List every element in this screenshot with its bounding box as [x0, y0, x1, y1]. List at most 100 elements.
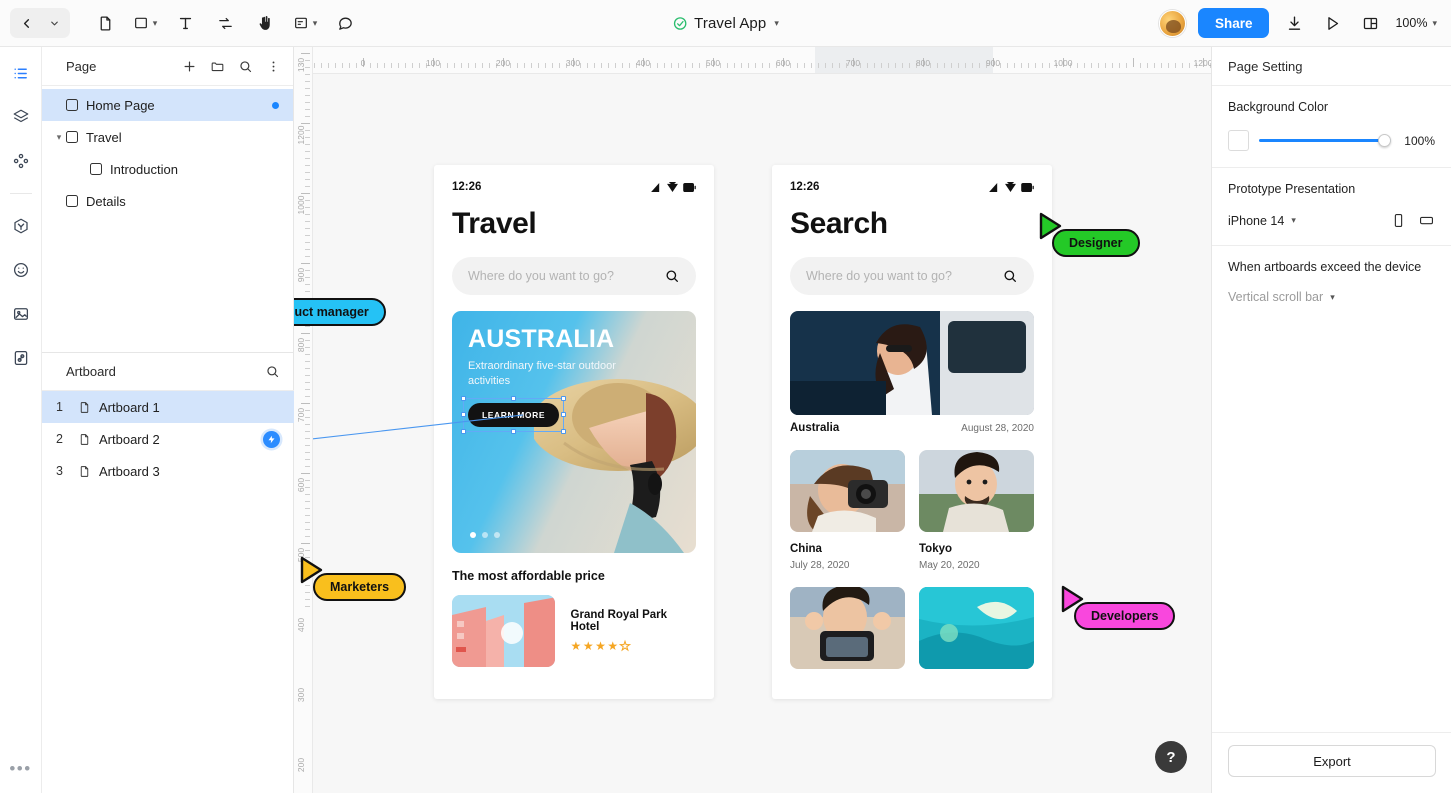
artboard-row-1[interactable]: 1 Artboard 1	[42, 391, 294, 423]
canvas-surface[interactable]: 12:26 Travel Where do you want to go? AU…	[294, 74, 1211, 793]
toolbar-left-tools: ▾ ▾	[0, 7, 364, 39]
rail-item-components[interactable]	[7, 147, 35, 175]
phone-landscape-icon[interactable]	[1418, 213, 1435, 228]
frame-tool[interactable]	[86, 7, 124, 39]
selection-handle[interactable]	[561, 396, 567, 401]
rail-item-assets[interactable]	[7, 344, 35, 372]
background-color-swatch[interactable]	[1228, 130, 1249, 151]
selection-handle[interactable]	[561, 412, 567, 417]
selection-box	[461, 396, 567, 434]
selection-handle[interactable]	[561, 429, 567, 434]
overflow-dropdown[interactable]: Vertical scroll bar ▾	[1228, 290, 1335, 304]
hotel-rating: ★★★★★	[571, 639, 696, 654]
photo-cell-5[interactable]	[919, 587, 1034, 669]
link-tool[interactable]	[206, 7, 244, 39]
selection-handle[interactable]	[461, 412, 466, 417]
help-button[interactable]: ?	[1155, 741, 1187, 773]
selection-handle[interactable]	[461, 396, 466, 401]
artboard-2-search[interactable]: 12:26 Search Where do you want to go? Au…	[772, 165, 1052, 699]
text-tool[interactable]	[166, 7, 204, 39]
download-icon[interactable]	[1281, 10, 1307, 36]
rail-item-emoji[interactable]	[7, 256, 35, 284]
page-tree-item-introduction[interactable]: Introduction	[42, 153, 293, 185]
plus-icon[interactable]	[182, 59, 197, 74]
share-button[interactable]: Share	[1197, 8, 1270, 38]
shape-tool[interactable]: ▾	[126, 7, 164, 39]
rail-item-layers[interactable]	[7, 103, 35, 131]
artboard-row-2[interactable]: 2 Artboard 2	[42, 423, 294, 455]
top-toolbar: ▾ ▾ Travel App ▾ Share 100% ▾	[0, 0, 1451, 47]
search-icon[interactable]	[265, 364, 280, 379]
star-filled-icon: ★	[595, 639, 608, 653]
artboard-square-icon	[66, 99, 78, 111]
zoom-control[interactable]: 100% ▾	[1395, 16, 1437, 30]
photo-cell-tokyo[interactable]: Tokyo May 20, 2020	[919, 450, 1034, 571]
export-button[interactable]: Export	[1228, 745, 1436, 777]
photo-card-australia[interactable]	[790, 311, 1034, 415]
status-time: 12:26	[790, 181, 820, 193]
carousel-dot[interactable]	[482, 532, 488, 538]
chevron-down-icon[interactable]: ▾	[52, 132, 66, 143]
page-tree-label: Introduction	[110, 161, 178, 177]
canvas-area[interactable]: 0 100 200 300 400 500 600 700 800 900 1000 1200 130 …	[294, 47, 1211, 793]
rail-item-images[interactable]	[7, 300, 35, 328]
photo-card-china[interactable]	[790, 450, 905, 532]
play-icon[interactable]	[1319, 10, 1345, 36]
artboard-row-3[interactable]: 3 Artboard 3	[42, 455, 294, 487]
question-mark-icon: ?	[1166, 748, 1176, 766]
file-icon	[78, 465, 91, 478]
chevron-down-icon: ▾	[1432, 17, 1437, 28]
page-tree-item-details[interactable]: Details	[42, 185, 293, 217]
page-panel-header: Page	[42, 47, 293, 86]
history-dropdown-button[interactable]	[40, 10, 68, 36]
photo-card-4[interactable]	[790, 587, 905, 669]
hero-card-australia[interactable]: AUSTRALIA Extraordinary five-star outdoo…	[452, 311, 696, 553]
carousel-dot-active[interactable]	[470, 532, 476, 538]
selection-handle[interactable]	[510, 429, 516, 434]
horizontal-ruler: 010020030040050060070080090010001200130	[313, 47, 1211, 74]
file-icon	[78, 401, 91, 414]
artboard-square-icon	[90, 163, 102, 175]
photo-cell-china[interactable]: China July 28, 2020	[790, 450, 905, 571]
panel-layout-icon[interactable]	[1357, 10, 1383, 36]
carousel-dots[interactable]	[470, 532, 500, 538]
selection-handle[interactable]	[461, 429, 466, 434]
rail-item-prototype[interactable]	[7, 212, 35, 240]
comment-tool[interactable]	[326, 7, 364, 39]
opacity-slider[interactable]	[1259, 134, 1391, 148]
back-button[interactable]	[12, 10, 40, 36]
search-field[interactable]: Where do you want to go?	[790, 257, 1034, 295]
photo-card-tokyo[interactable]	[919, 450, 1034, 532]
page-tree-item-travel[interactable]: ▾ Travel	[42, 121, 293, 153]
photo-card-5[interactable]	[919, 587, 1034, 669]
device-dropdown[interactable]: iPhone 14 ▾	[1228, 214, 1296, 228]
ellipsis-icon[interactable]: •••	[9, 759, 31, 779]
folder-icon[interactable]	[210, 59, 225, 74]
overflow-behavior-section: When artboards exceed the device Vertica…	[1212, 246, 1451, 320]
photo-cell-4[interactable]	[790, 587, 905, 669]
phone-portrait-icon[interactable]	[1391, 212, 1406, 229]
chevron-down-icon: ▾	[1291, 215, 1296, 225]
slider-knob[interactable]	[1378, 134, 1391, 147]
prototype-link-badge[interactable]	[263, 430, 280, 448]
hand-tool[interactable]	[246, 7, 284, 39]
search-icon[interactable]	[238, 59, 253, 74]
artboard-1-travel[interactable]: 12:26 Travel Where do you want to go? AU…	[434, 165, 714, 699]
hotel-card[interactable]: Grand Royal Park Hotel ★★★★★	[452, 595, 696, 667]
chevron-down-icon: ▾	[312, 17, 318, 28]
page-tree-item-home-page[interactable]: Home Page	[42, 89, 293, 121]
kebab-menu-icon[interactable]	[266, 59, 281, 74]
photo-name: Australia	[790, 422, 840, 434]
toolbar-right-group: Share 100% ▾	[1158, 8, 1437, 38]
carousel-dot[interactable]	[494, 532, 500, 538]
search-field[interactable]: Where do you want to go?	[452, 257, 696, 295]
chevron-down-icon[interactable]: ▾	[774, 18, 779, 29]
selection-handle[interactable]	[510, 396, 516, 401]
avatar[interactable]	[1158, 9, 1186, 37]
search-icon	[666, 270, 678, 282]
document-title-group[interactable]: Travel App ▾	[672, 15, 779, 32]
prototype-presentation-label: Prototype Presentation	[1228, 182, 1356, 196]
artboard-square-icon	[66, 131, 78, 143]
rail-item-pages[interactable]	[7, 59, 35, 87]
sticky-note-tool[interactable]: ▾	[286, 7, 324, 39]
